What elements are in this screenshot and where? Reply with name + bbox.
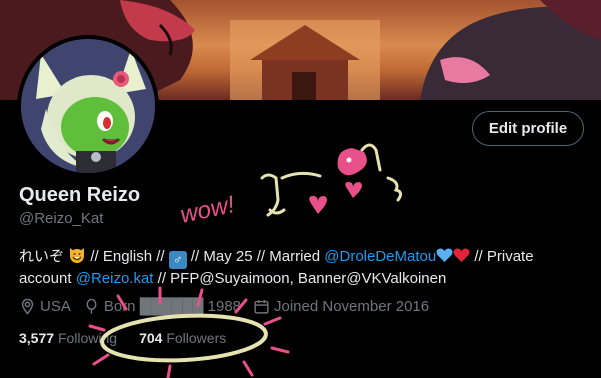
bio-text-1: れいぞ: [19, 248, 69, 265]
doodle-pink-blob: [337, 148, 367, 176]
following-link[interactable]: 3,577 Following: [19, 330, 117, 346]
profile-meta: USA Born ██████ 1988 Joined November 201…: [19, 298, 441, 315]
doodle-blob-eye: [346, 157, 352, 163]
mention-reizo-kat[interactable]: @Reizo.kat: [76, 270, 154, 287]
following-label: Following: [57, 330, 118, 346]
bio-text-2: // English //: [86, 248, 169, 265]
profile-bio: れいぞ // English // ♂ // May 25 // Married…: [19, 246, 589, 289]
location-pin-icon: [21, 298, 34, 315]
following-count: 3,577: [19, 330, 55, 346]
doodle-cat-ear-left: [260, 173, 280, 217]
followers-link[interactable]: 704 Followers: [139, 330, 226, 346]
doodle-wow-text: wow!: [178, 191, 237, 229]
doodle-cat-mouth: [268, 208, 286, 215]
cat-face-icon: [70, 248, 85, 263]
red-heart-icon: [453, 248, 470, 262]
doodle-cat-line: [280, 171, 322, 180]
birthday-item: Born ██████ 1988: [83, 298, 241, 315]
doodle-cat-paw: [386, 176, 403, 202]
location-text: USA: [40, 298, 71, 315]
joined-text: Joined November 2016: [274, 298, 430, 315]
profile-stats: 3,577 Following 704 Followers: [19, 330, 248, 346]
doodle-heart-right: [345, 182, 362, 198]
balloon-icon: [86, 298, 97, 314]
blue-heart-icon: [436, 248, 453, 262]
joined-item: Joined November 2016: [253, 298, 429, 315]
location-item: USA: [19, 298, 71, 315]
avatar: [21, 39, 155, 173]
bio-text-3: // May 25 // Married: [186, 248, 325, 265]
edit-profile-button[interactable]: Edit profile: [472, 111, 584, 146]
birthday-text: Born ██████ 1988: [103, 298, 241, 315]
mention-drole-de-matou[interactable]: @DroleDeMatou: [324, 248, 436, 265]
followers-label: Followers: [166, 330, 227, 346]
doodle-cat-ear-right: [360, 143, 382, 172]
followers-count: 704: [139, 330, 163, 346]
avatar-frame[interactable]: [17, 35, 159, 177]
avatar-artwork: [21, 39, 155, 173]
user-handle: @Reizo_Kat: [19, 210, 104, 227]
male-sign-icon: ♂: [168, 251, 187, 269]
display-name: Queen Reizo: [19, 184, 141, 206]
bio-text-5: // PFP@Suyaimoon, Banner@VKValkoinen: [153, 270, 447, 287]
doodle-heart-left: [309, 196, 327, 214]
calendar-icon: [254, 300, 269, 314]
